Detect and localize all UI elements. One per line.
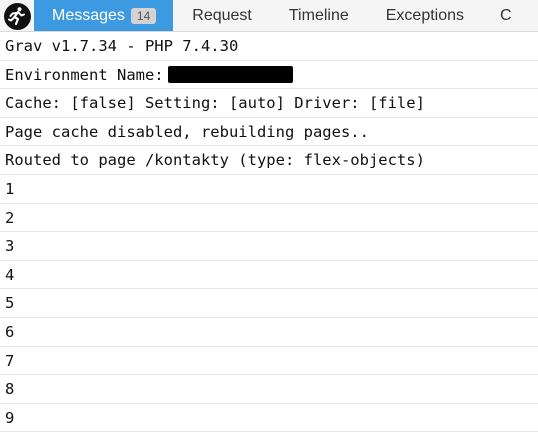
message-row: 5 (0, 289, 538, 318)
message-text: 6 (5, 322, 15, 341)
tab-messages-label: Messages (52, 7, 125, 24)
tab-request[interactable]: Request (192, 0, 252, 31)
tab-timeline-label: Timeline (288, 7, 349, 24)
tab-request-label: Request (192, 7, 252, 24)
debugbar-header: Messages 14 Request Timeline Exceptions … (0, 0, 538, 32)
message-text: 8 (5, 380, 15, 399)
message-text: Routed to page /kontakty (type: flex-obj… (5, 151, 425, 170)
message-row: 2 (0, 204, 538, 233)
message-row: Cache: [false] Setting: [auto] Driver: [… (0, 89, 538, 118)
message-text: 1 (5, 179, 15, 198)
runner-icon (3, 2, 31, 30)
message-row: 8 (0, 375, 538, 404)
tab-exceptions-label: Exceptions (385, 7, 465, 24)
message-row: 7 (0, 347, 538, 376)
redacted-value (167, 65, 293, 83)
message-text: 4 (5, 265, 15, 284)
message-text: 2 (5, 208, 15, 227)
message-row: 9 (0, 404, 538, 433)
message-row: 1 (0, 175, 538, 204)
message-text: 3 (5, 237, 15, 256)
message-row: Environment Name: (0, 61, 538, 90)
message-text: 7 (5, 351, 15, 370)
debugbar-logo[interactable] (0, 0, 34, 31)
tab-exceptions[interactable]: Exceptions (385, 0, 465, 31)
message-row: Routed to page /kontakty (type: flex-obj… (0, 146, 538, 175)
tab-partial-label: C (500, 7, 512, 24)
message-text: Environment Name: (5, 65, 164, 84)
tab-messages[interactable]: Messages 14 (34, 0, 174, 31)
message-text: Cache: [false] Setting: [auto] Driver: [… (5, 94, 425, 113)
tab-timeline[interactable]: Timeline (288, 0, 349, 31)
message-row: 4 (0, 261, 538, 290)
tab-partial[interactable]: C (500, 0, 512, 31)
messages-count-badge: 14 (130, 8, 157, 24)
message-row: Page cache disabled, rebuilding pages.. (0, 118, 538, 147)
message-row: 3 (0, 232, 538, 261)
message-row: 6 (0, 318, 538, 347)
message-text: 5 (5, 294, 15, 313)
messages-list: Grav v1.7.34 - PHP 7.4.30 Environment Na… (0, 32, 538, 436)
message-text: Grav v1.7.34 - PHP 7.4.30 (5, 37, 239, 55)
message-text: 9 (5, 408, 15, 427)
message-row: Grav v1.7.34 - PHP 7.4.30 (0, 32, 538, 61)
message-text: Page cache disabled, rebuilding pages.. (5, 122, 369, 141)
